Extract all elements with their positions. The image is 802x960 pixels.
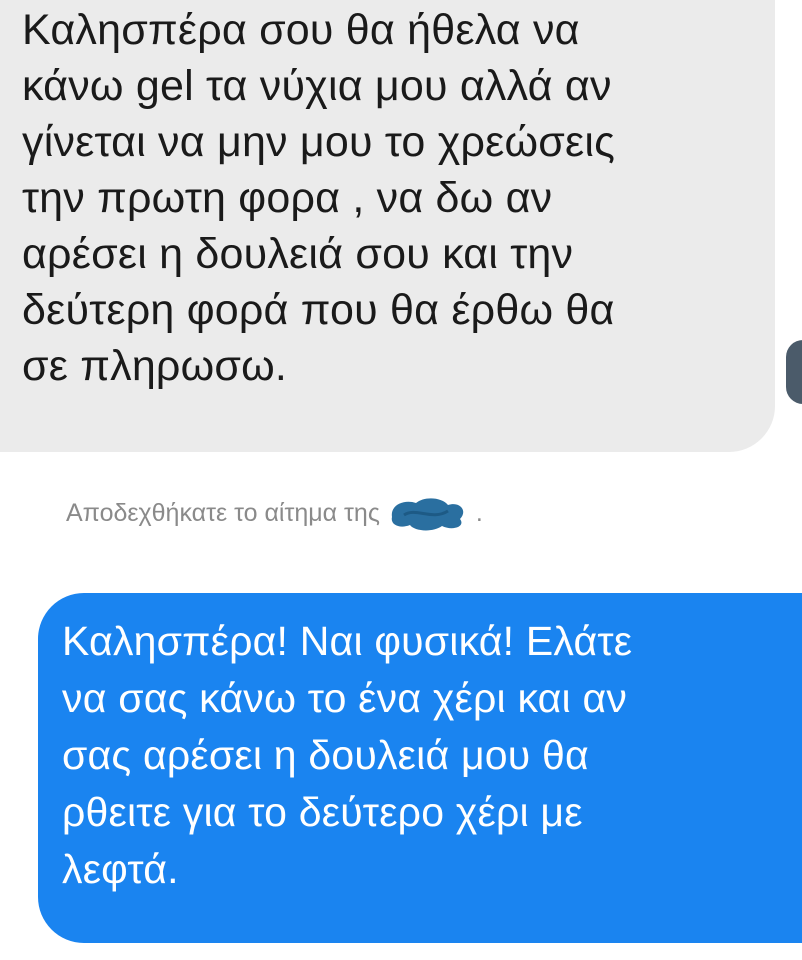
incoming-line-6: δεύτερη φορά που θα έρθω θα <box>22 286 615 334</box>
incoming-line-2: κάνω gel τα νύχια μου αλλά αν <box>22 62 612 110</box>
incoming-line-5: αρέσει η δουλειά σου και την <box>22 230 574 278</box>
incoming-message-bubble[interactable]: Καλησπέρα σου θα ήθελα να κάνω gel τα νύ… <box>0 0 775 452</box>
outgoing-message-text: Καλησπέρα! Ναι φυσικά! Ελάτε να σας κάνω… <box>62 613 802 898</box>
outgoing-message-bubble[interactable]: Καλησπέρα! Ναι φυσικά! Ελάτε να σας κάνω… <box>38 593 802 943</box>
incoming-line-4: την πρωτη φορα , να δω αν <box>22 174 553 222</box>
outgoing-line-1: Καλησπέρα! Ναι φυσικά! Ελάτε <box>62 618 633 664</box>
incoming-line-3: γίνεται να μην μου το χρεώσεις <box>22 118 616 166</box>
incoming-message-text: Καλησπέρα σου θα ήθελα να κάνω gel τα νύ… <box>22 2 775 394</box>
incoming-line-1: Καλησπέρα σου θα ήθελα να <box>22 6 580 54</box>
outgoing-line-3: σας αρέσει η δουλειά μου θα <box>62 732 589 778</box>
outgoing-line-2: να σας κάνω το ένα χέρι και αν <box>62 675 628 721</box>
outgoing-line-5: λεφτά. <box>62 846 179 892</box>
incoming-line-7: σε πληρωσω. <box>22 342 288 390</box>
request-accepted-text: Αποδεχθήκατε το αίτημα της <box>66 498 380 527</box>
scribble-redaction-icon <box>386 493 476 533</box>
request-accepted-suffix: . <box>475 498 483 527</box>
request-accepted-note: Αποδεχθήκατε το αίτημα της . <box>66 493 483 533</box>
outgoing-line-4: ρθειτε για το δεύτερο χέρι με <box>62 789 583 835</box>
avatar-icon[interactable] <box>786 340 802 404</box>
